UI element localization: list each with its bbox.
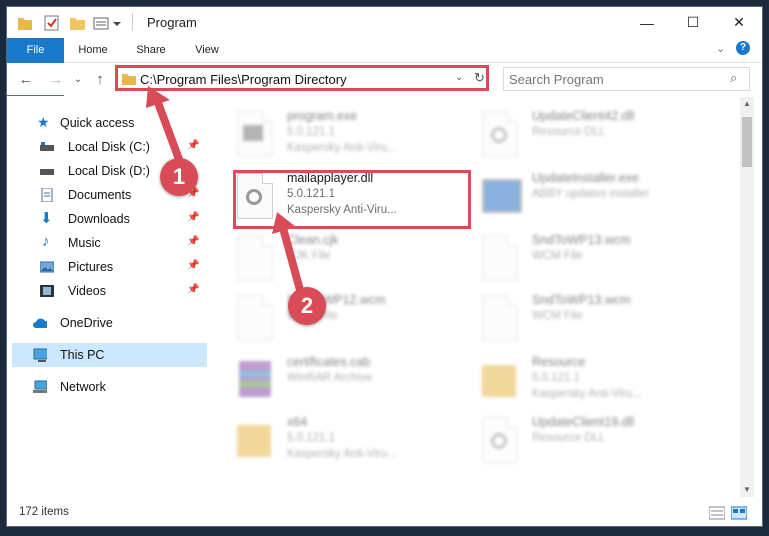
step-2-badge: 2: [288, 287, 326, 325]
arrow-1: [146, 86, 184, 166]
annotation-arrows: [146, 86, 304, 294]
arrow-2: [272, 212, 304, 294]
step-1-badge: 1: [160, 158, 198, 196]
